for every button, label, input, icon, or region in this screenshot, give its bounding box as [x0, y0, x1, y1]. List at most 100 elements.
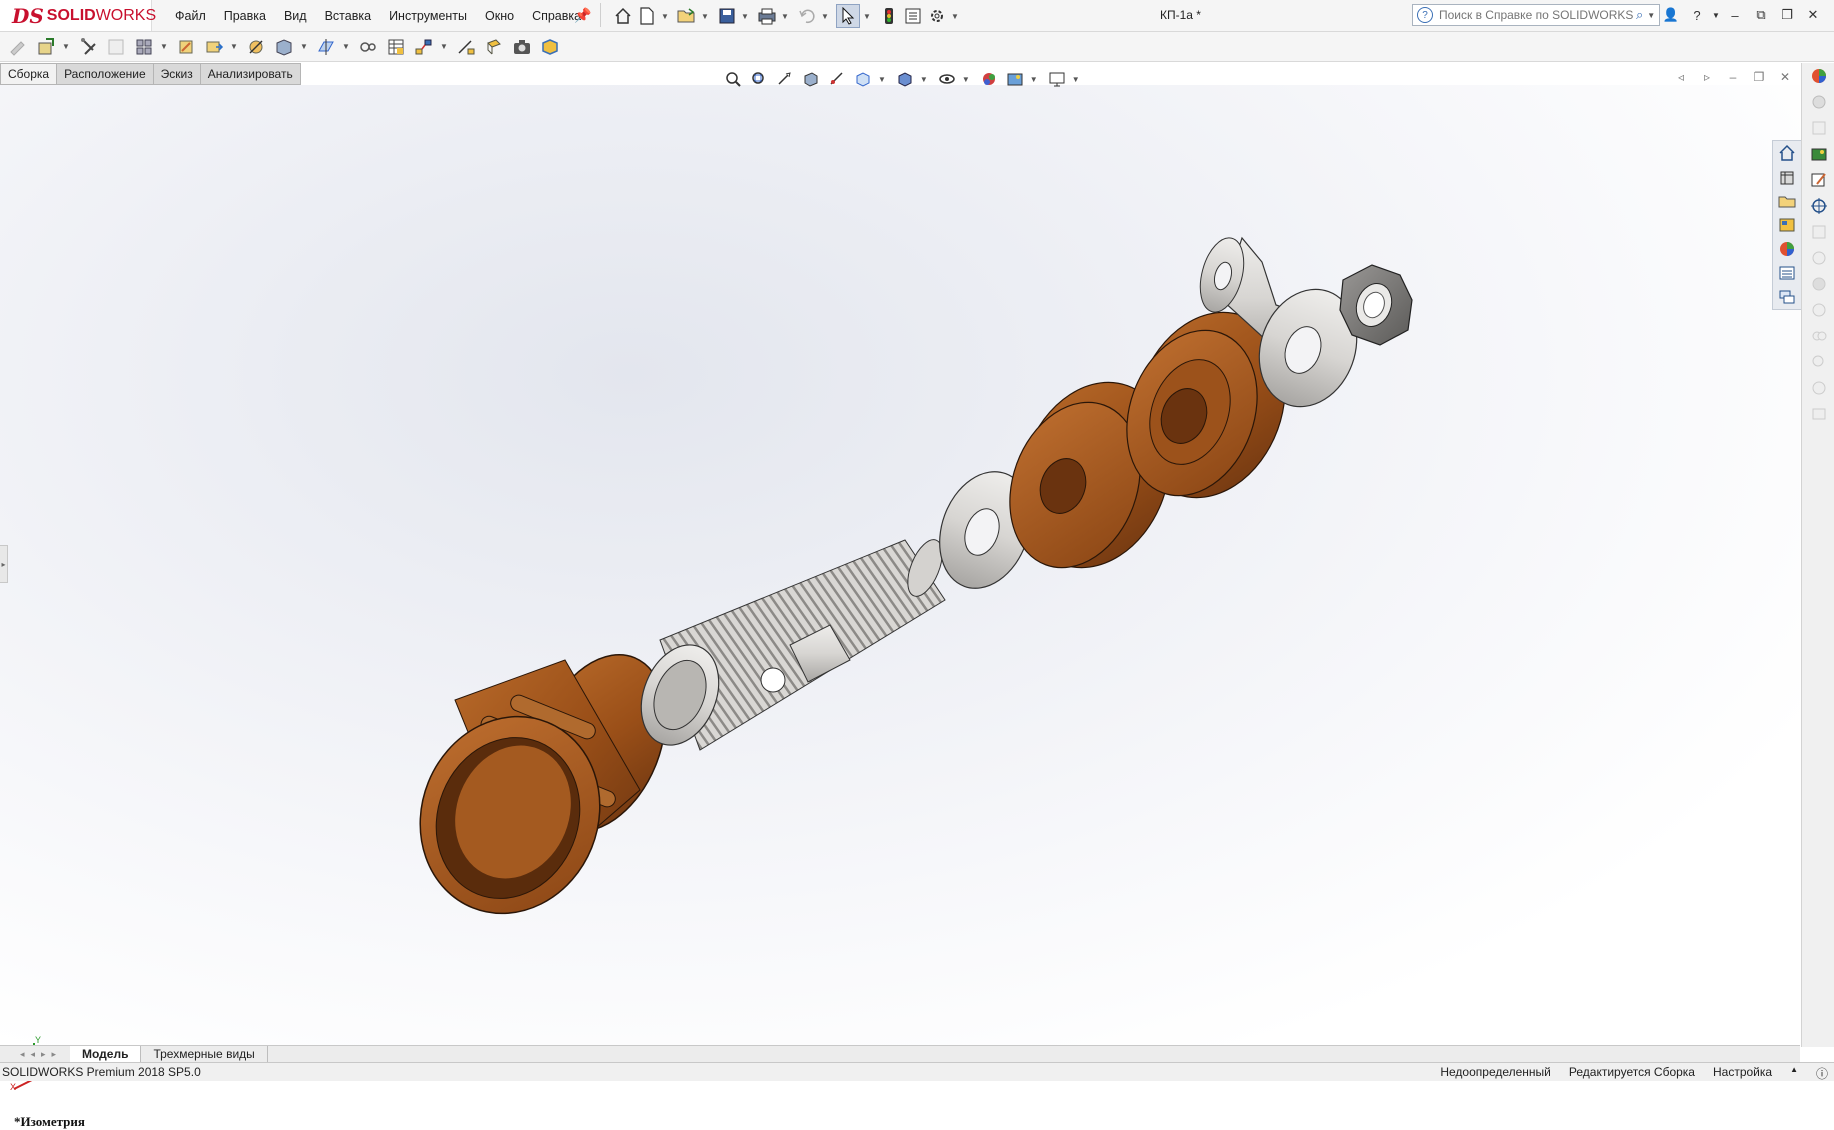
menu-view[interactable]: Вид	[284, 9, 307, 23]
select-dropdown-icon[interactable]: ▼	[862, 5, 872, 27]
help-search-input[interactable]	[1437, 7, 1636, 23]
insert-components-icon[interactable]	[34, 35, 58, 59]
pattern-dropdown-icon[interactable]: ▼	[160, 42, 168, 51]
file-properties-icon[interactable]	[902, 5, 924, 27]
exploded-view-icon[interactable]	[412, 35, 436, 59]
snapshot-icon[interactable]	[510, 35, 534, 59]
appearance-scene-icon[interactable]	[1802, 63, 1834, 89]
assembly-model[interactable]	[0, 85, 1800, 1047]
menu-edit[interactable]: Правка	[224, 9, 266, 23]
print-icon[interactable]	[756, 5, 778, 27]
help-search-box[interactable]: ? ⌕ ▼	[1412, 4, 1660, 26]
smart-fasteners-icon[interactable]	[174, 35, 198, 59]
tab-sketch[interactable]: Эскиз	[153, 63, 201, 85]
home-icon[interactable]	[612, 5, 634, 27]
show-hidden-icon[interactable]	[244, 35, 268, 59]
customize-button[interactable]: Настройка	[1713, 1065, 1772, 1082]
component-preview-icon[interactable]	[104, 35, 128, 59]
view-palette-icon[interactable]	[1773, 213, 1801, 237]
design-library-icon[interactable]	[1773, 165, 1801, 189]
view-settings-icon[interactable]	[1046, 68, 1068, 90]
move-dropdown-icon[interactable]: ▼	[230, 42, 238, 51]
minimize-icon[interactable]: –	[1722, 8, 1748, 23]
save-icon[interactable]	[716, 5, 738, 27]
hex-nut-part[interactable]	[1339, 264, 1413, 346]
mass-properties-icon[interactable]	[1802, 297, 1834, 323]
rendering-icon[interactable]	[1802, 89, 1834, 115]
walkthrough-icon[interactable]	[1802, 375, 1834, 401]
open-dropdown-icon[interactable]: ▼	[700, 5, 710, 27]
move-component-icon[interactable]	[202, 35, 226, 59]
help-dropdown-icon[interactable]: ▼	[1710, 11, 1722, 20]
search-icon[interactable]: ⌕	[1636, 7, 1643, 23]
user-account-icon[interactable]: 👤	[1658, 7, 1684, 23]
appearances-icon[interactable]	[1773, 237, 1801, 261]
material-icon[interactable]	[1802, 271, 1834, 297]
undo-icon[interactable]	[796, 5, 818, 27]
save-dropdown-icon[interactable]: ▼	[740, 5, 750, 27]
help-icon[interactable]: ?	[1684, 8, 1710, 23]
apply-scene-dropdown-icon[interactable]: ▼	[1030, 75, 1038, 84]
open-folder-icon[interactable]	[676, 5, 698, 27]
tile-windows-icon[interactable]: ⧉	[1748, 7, 1774, 23]
view-orientation-icon[interactable]	[852, 68, 874, 90]
restore-icon[interactable]: ❐	[1774, 7, 1800, 23]
options-dropdown-icon[interactable]: ▼	[950, 5, 960, 27]
sw-resources-icon[interactable]	[1773, 141, 1801, 165]
tab-scroll-arrows[interactable]: ◂◂▸▸	[0, 1046, 70, 1062]
zoom-to-area-icon[interactable]	[748, 68, 770, 90]
print-dropdown-icon[interactable]: ▼	[780, 5, 790, 27]
view-settings-dropdown-icon[interactable]: ▼	[1072, 75, 1080, 84]
hide-show-dropdown-icon[interactable]: ▼	[962, 75, 970, 84]
tab-model[interactable]: Модель	[70, 1046, 142, 1062]
assembly-features-icon[interactable]	[272, 35, 296, 59]
edit-appearance-icon[interactable]	[978, 68, 1000, 90]
new-motion-study-icon[interactable]	[356, 35, 380, 59]
apply-scene-icon[interactable]	[1004, 68, 1026, 90]
tab-assembly[interactable]: Сборка	[0, 63, 58, 85]
zoom-to-fit-icon[interactable]	[722, 68, 744, 90]
viewport-prev-icon[interactable]: ◃	[1668, 70, 1694, 84]
section-view-icon[interactable]	[800, 68, 822, 90]
explode-line-sketch-icon[interactable]	[454, 35, 478, 59]
display-state-icon[interactable]	[1802, 219, 1834, 245]
hide-show-items-icon[interactable]	[936, 68, 958, 90]
graphics-area[interactable]: Y Z X *Изометрия	[0, 85, 1800, 1129]
decals-icon[interactable]	[1802, 245, 1834, 271]
crosshair-target-icon[interactable]	[1802, 193, 1834, 219]
tab-layout[interactable]: Расположение	[57, 63, 154, 85]
undo-dropdown-icon[interactable]: ▼	[820, 5, 830, 27]
viewport-minimize-icon[interactable]: –	[1720, 70, 1746, 84]
update-speedpak-icon[interactable]	[538, 35, 562, 59]
options-gear-icon[interactable]	[926, 5, 948, 27]
toolbox-icon[interactable]	[1802, 115, 1834, 141]
knob-part[interactable]	[391, 635, 690, 940]
linear-pattern-icon[interactable]	[132, 35, 156, 59]
edit-sketch-icon[interactable]	[1802, 167, 1834, 193]
pin-menu-icon[interactable]: 📌	[574, 7, 591, 24]
select-pointer-icon[interactable]	[836, 4, 860, 28]
previous-view-icon[interactable]	[774, 68, 796, 90]
camera-views-icon[interactable]	[1802, 323, 1834, 349]
feature-tree-flyout-handle[interactable]: ▸	[0, 545, 8, 583]
menu-window[interactable]: Окно	[485, 9, 514, 23]
instant3d-icon[interactable]	[482, 35, 506, 59]
exploded-view-dropdown-icon[interactable]: ▼	[440, 42, 448, 51]
new-dropdown-icon[interactable]: ▼	[660, 5, 670, 27]
customize-dropdown-icon[interactable]: ▲	[1790, 1065, 1798, 1082]
zoom-preview-icon[interactable]	[1802, 349, 1834, 375]
view-orientation-dropdown-icon[interactable]: ▼	[878, 75, 886, 84]
tab-evaluate[interactable]: Анализировать	[200, 63, 301, 85]
traffic-light-icon[interactable]	[878, 5, 900, 27]
new-document-icon[interactable]	[636, 5, 658, 27]
menu-tools[interactable]: Инструменты	[389, 9, 467, 23]
custom-properties-icon[interactable]	[1773, 261, 1801, 285]
forum-icon[interactable]	[1773, 285, 1801, 309]
display-style-dropdown-icon[interactable]: ▼	[920, 75, 928, 84]
dynamic-annotation-icon[interactable]	[826, 68, 848, 90]
edit-component-icon[interactable]	[6, 35, 30, 59]
tab-3d-views[interactable]: Трехмерные виды	[141, 1046, 268, 1062]
solidworks-logo[interactable]: DS SOLID WORKS	[0, 0, 156, 31]
status-help-icon[interactable]: ⓘ	[1816, 1065, 1828, 1082]
assembly-features-dropdown-icon[interactable]: ▼	[300, 42, 308, 51]
